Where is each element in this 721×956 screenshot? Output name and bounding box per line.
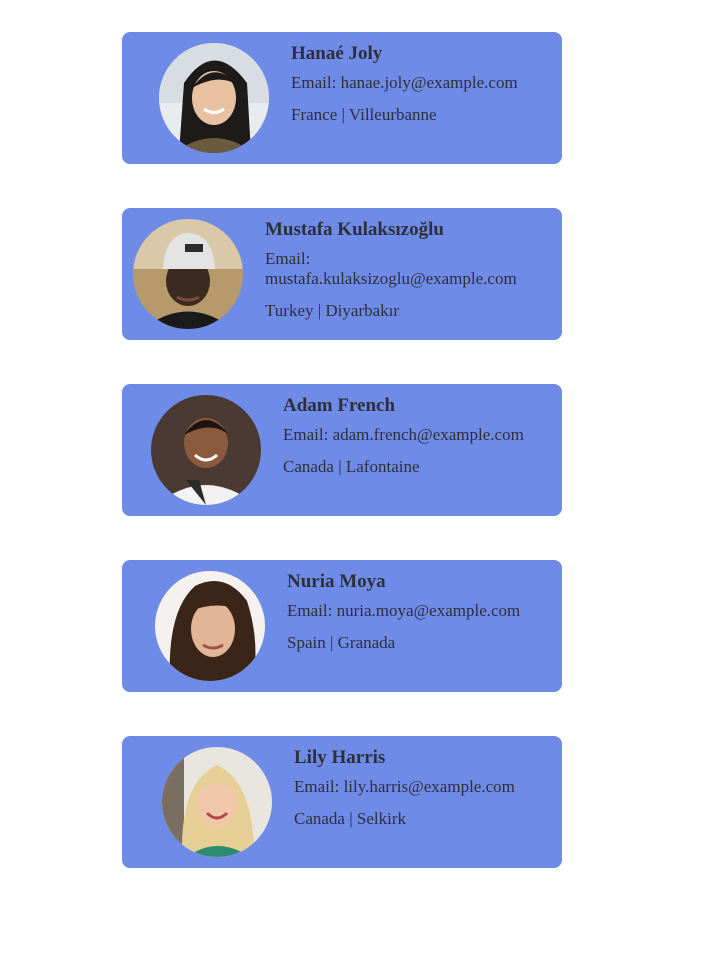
- avatar: [155, 571, 265, 681]
- user-photo-icon: [159, 43, 269, 153]
- avatar: [162, 747, 272, 857]
- user-location: France | Villeurbanne: [291, 105, 437, 124]
- user-location: Canada | Selkirk: [294, 809, 406, 828]
- user-location: Spain | Granada: [287, 633, 396, 652]
- user-card-adam-french: Adam French Email: adam.french@example.c…: [122, 384, 562, 516]
- user-email: Email: nuria.moya@example.com: [287, 601, 521, 620]
- user-email: Email: adam.french@example.com: [283, 425, 524, 444]
- user-name: Mustafa Kulaksızoğlu: [265, 219, 444, 240]
- user-photo-icon: [133, 219, 243, 329]
- user-location: Turkey | Diyarbakır: [265, 301, 400, 320]
- user-card-mustafa-kulaksizoglu: Mustafa Kulaksızoğlu Email: mustafa.kula…: [122, 208, 562, 340]
- user-location: Canada | Lafontaine: [283, 457, 420, 476]
- avatar: [151, 395, 261, 505]
- user-card-hanae-joly: Hanaé Joly Email: hanae.joly@example.com…: [122, 32, 562, 164]
- user-photo-icon: [155, 571, 265, 681]
- avatar: [133, 219, 243, 329]
- user-name: Hanaé Joly: [291, 43, 383, 64]
- user-name: Nuria Moya: [287, 571, 386, 592]
- user-email: Email: hanae.joly@example.com: [291, 73, 518, 92]
- user-email: Email: mustafa.kulaksizoglu@example.com: [265, 249, 517, 288]
- user-photo-icon: [162, 747, 272, 857]
- user-card-nuria-moya: Nuria Moya Email: nuria.moya@example.com…: [122, 560, 562, 692]
- user-photo-icon: [151, 395, 261, 505]
- user-name: Lily Harris: [294, 747, 386, 768]
- avatar: [159, 43, 269, 153]
- user-name: Adam French: [283, 395, 396, 416]
- user-email: Email: lily.harris@example.com: [294, 777, 515, 796]
- user-card-lily-harris: Lily Harris Email: lily.harris@example.c…: [122, 736, 562, 868]
